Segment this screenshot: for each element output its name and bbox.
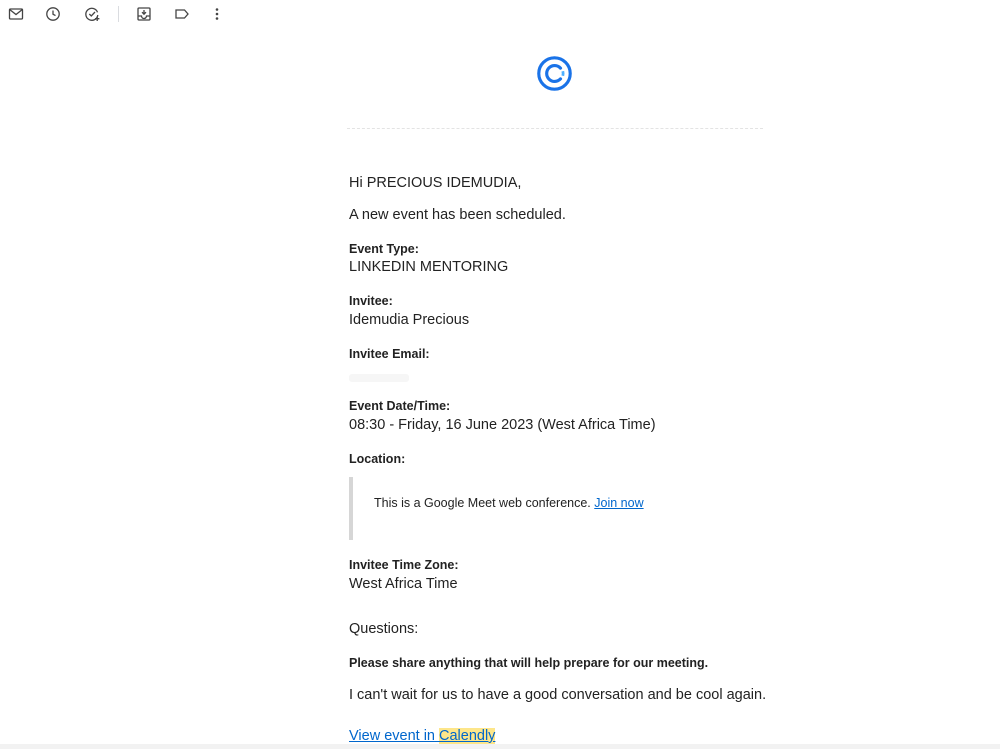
event-type-label: Event Type: <box>349 242 419 256</box>
view-event-link[interactable]: View event in Calendly <box>349 728 496 744</box>
view-event-container: View event in Calendly <box>349 727 496 745</box>
timezone-value: West Africa Time <box>349 576 458 592</box>
header-divider <box>347 128 763 129</box>
invitee-value: Idemudia Precious <box>349 312 470 328</box>
greeting: Hi PRECIOUS IDEMUDIA, <box>349 175 522 191</box>
invitee-email-redacted <box>349 374 409 382</box>
view-event-link-brand: Calendly <box>439 728 496 744</box>
invitee-email-label: Invitee Email: <box>349 347 430 361</box>
location-blockquote: This is a Google Meet web conference. Jo… <box>349 477 753 540</box>
calendly-logo-icon <box>536 55 573 92</box>
join-now-link[interactable]: Join now <box>594 496 643 510</box>
date-label: Event Date/Time: <box>349 399 451 413</box>
location-text: This is a Google Meet web conference. Jo… <box>374 496 644 510</box>
invitee-label: Invitee: <box>349 294 393 308</box>
location-description: This is a Google Meet web conference. <box>374 496 591 510</box>
bottom-scroll-area <box>0 744 1000 749</box>
move-to-inbox-icon[interactable] <box>134 4 154 24</box>
questions-label: Questions: <box>349 621 419 637</box>
label-icon[interactable] <box>172 4 192 24</box>
event-type-value: LINKEDIN MENTORING <box>349 259 509 275</box>
add-task-icon[interactable] <box>82 4 102 24</box>
question-text: Please share anything that will help pre… <box>349 656 709 670</box>
date-value: 08:30 - Friday, 16 June 2023 (West Afric… <box>349 417 656 433</box>
answer-text: I can't wait for us to have a good conve… <box>349 687 767 703</box>
intro-text: A new event has been scheduled. <box>349 207 566 223</box>
location-label: Location: <box>349 452 406 466</box>
clock-icon[interactable] <box>43 4 63 24</box>
email-toolbar <box>0 0 260 28</box>
view-event-link-prefix: View event in <box>349 728 435 744</box>
toolbar-separator <box>118 6 119 22</box>
mail-icon[interactable] <box>6 4 26 24</box>
timezone-label: Invitee Time Zone: <box>349 558 459 572</box>
more-vert-icon[interactable] <box>207 4 227 24</box>
